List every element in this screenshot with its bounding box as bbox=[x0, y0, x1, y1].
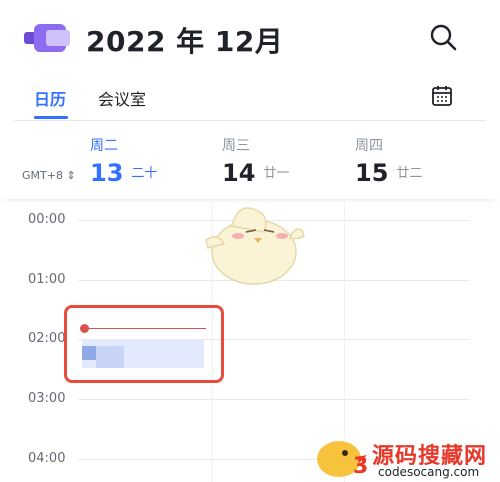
lunar-date: 廿二 bbox=[396, 166, 423, 181]
calendar-icon[interactable] bbox=[430, 84, 454, 108]
chick-mascot-sticker bbox=[205, 207, 305, 285]
weekday-label: 周三 bbox=[222, 138, 250, 154]
date-number: 14 bbox=[222, 159, 256, 187]
day-header-bar: GMT+8 ⇕ 周二 13 二十 周三 14 廿一 周四 15 廿二 bbox=[0, 121, 500, 199]
timezone-selector[interactable]: GMT+8 ⇕ bbox=[22, 169, 76, 182]
date-number: 15 bbox=[355, 159, 389, 187]
tab-calendar[interactable]: 日历 bbox=[34, 86, 66, 110]
app-header: 2022 年 12月 bbox=[0, 0, 500, 72]
svg-text:3: 3 bbox=[353, 454, 368, 479]
hour-label: 03:00 bbox=[28, 391, 66, 406]
tab-meeting-room[interactable]: 会议室 bbox=[98, 86, 146, 110]
annotation-highlight-box bbox=[64, 305, 224, 383]
page-title: 2022 年 12月 bbox=[86, 25, 284, 58]
hour-label: 00:00 bbox=[28, 212, 66, 227]
active-tab-indicator bbox=[34, 116, 68, 119]
hour-line bbox=[78, 399, 470, 400]
search-icon[interactable] bbox=[428, 22, 458, 52]
hour-label: 01:00 bbox=[28, 272, 66, 287]
hour-label: 02:00 bbox=[28, 331, 66, 346]
watermark-url: codesocang.com bbox=[378, 465, 480, 479]
lunar-date: 二十 bbox=[131, 166, 158, 181]
date-number: 13 bbox=[90, 159, 124, 187]
lunar-date: 廿一 bbox=[263, 166, 290, 181]
day-column-header-13[interactable]: 周二 13 二十 bbox=[90, 135, 157, 187]
hour-label: 04:00 bbox=[28, 451, 66, 466]
weekday-label: 周二 bbox=[90, 138, 118, 154]
app-logo-icon bbox=[24, 24, 70, 52]
weekday-label: 周四 bbox=[355, 138, 383, 154]
view-tabs: 日历 会议室 bbox=[0, 78, 500, 120]
day-column-header-15[interactable]: 周四 15 廿二 bbox=[355, 135, 422, 187]
day-column-header-14[interactable]: 周三 14 廿一 bbox=[222, 135, 289, 187]
